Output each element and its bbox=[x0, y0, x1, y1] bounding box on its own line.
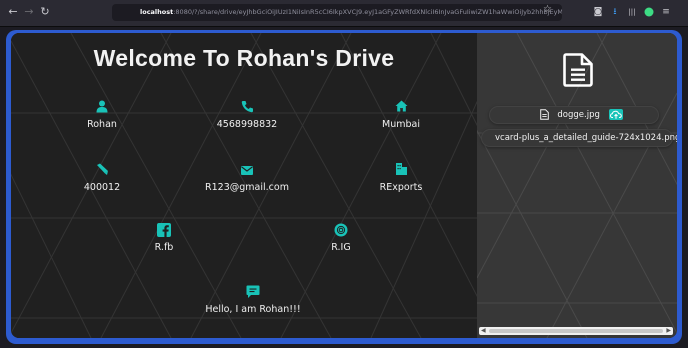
pincode-text: 400012 bbox=[83, 182, 121, 193]
pocket-icon[interactable]: ◙ bbox=[592, 6, 604, 18]
file-name[interactable]: vcard-plus_a_detailed_guide-724x1024.png bbox=[495, 133, 677, 143]
company-text: RExports bbox=[379, 182, 423, 193]
pincode-item: 400012 bbox=[37, 163, 167, 194]
download-icon[interactable]: ⭳ bbox=[609, 6, 621, 18]
phone-item: 4568998832 bbox=[182, 100, 312, 131]
scrollbar-thumb[interactable] bbox=[489, 329, 663, 333]
file-icon bbox=[539, 109, 549, 120]
user-icon bbox=[37, 100, 167, 114]
scroll-left-icon[interactable]: ◀ bbox=[481, 327, 486, 335]
phone-icon bbox=[182, 100, 312, 114]
company-item: RExports bbox=[336, 163, 466, 194]
city-text: Mumbai bbox=[382, 119, 420, 130]
file-item[interactable]: dogge.jpg bbox=[489, 106, 659, 124]
city-item: Mumbai bbox=[336, 100, 466, 131]
name-item: Rohan bbox=[37, 100, 167, 131]
url-host: localhost bbox=[140, 8, 174, 16]
browser-toolbar: ← → ↻ ⛉ ▢ localhost:8080/?/share/drive/e… bbox=[0, 0, 688, 27]
email-item: R123@gmail.com bbox=[182, 163, 312, 194]
library-icon[interactable]: ||| bbox=[626, 6, 638, 18]
message-item: Hello, I am Rohan!!! bbox=[188, 285, 318, 316]
email-text: R123@gmail.com bbox=[205, 182, 289, 193]
instagram-text[interactable]: R.IG bbox=[276, 242, 406, 254]
facebook-icon[interactable] bbox=[99, 223, 229, 239]
url-bar[interactable]: localhost:8080/?/share/drive/eyJhbGciOiJ… bbox=[112, 4, 562, 21]
message-text: Hello, I am Rohan!!! bbox=[205, 304, 301, 315]
instagram-item[interactable]: R.IG bbox=[276, 223, 406, 254]
page-title: Welcome To Rohan's Drive bbox=[93, 45, 395, 71]
back-arrow-icon[interactable]: ← bbox=[6, 5, 20, 19]
forward-arrow-icon[interactable]: → bbox=[22, 5, 36, 19]
reload-icon[interactable]: ↻ bbox=[38, 5, 52, 19]
envelope-icon bbox=[182, 163, 312, 177]
file-name[interactable]: dogge.jpg bbox=[557, 110, 599, 120]
horizontal-scrollbar[interactable]: ◀ ▶ bbox=[479, 327, 673, 335]
home-icon bbox=[336, 100, 466, 114]
facebook-text[interactable]: R.fb bbox=[99, 242, 229, 254]
building-icon bbox=[336, 163, 466, 177]
phone-text: 4568998832 bbox=[216, 119, 278, 130]
document-icon bbox=[563, 53, 593, 87]
url-path: :8080/?/share/drive/eyJhbGciOiJIUzI1NiIs… bbox=[173, 8, 562, 16]
pin-icon bbox=[37, 163, 167, 177]
name-text: Rohan bbox=[87, 119, 117, 130]
scroll-right-icon[interactable]: ▶ bbox=[666, 327, 671, 335]
profile-panel: Welcome To Rohan's Drive Rohan 456899883… bbox=[11, 33, 477, 338]
cloud-upload-icon[interactable] bbox=[608, 109, 623, 120]
page-frame: Welcome To Rohan's Drive Rohan 456899883… bbox=[6, 30, 682, 344]
instagram-icon[interactable] bbox=[276, 223, 406, 239]
extension-icon[interactable] bbox=[643, 6, 655, 18]
facebook-item[interactable]: R.fb bbox=[99, 223, 229, 254]
drive-card: Welcome To Rohan's Drive Rohan 456899883… bbox=[11, 33, 677, 338]
chat-icon bbox=[188, 285, 318, 301]
file-item[interactable]: vcard-plus_a_detailed_guide-724x1024.png bbox=[481, 129, 677, 147]
bookmark-star-icon[interactable]: ☆ bbox=[543, 4, 552, 16]
files-panel: dogge.jpg vcard-plus_a_detailed_guide-72… bbox=[477, 33, 677, 338]
menu-icon[interactable]: ≡ bbox=[660, 6, 672, 18]
